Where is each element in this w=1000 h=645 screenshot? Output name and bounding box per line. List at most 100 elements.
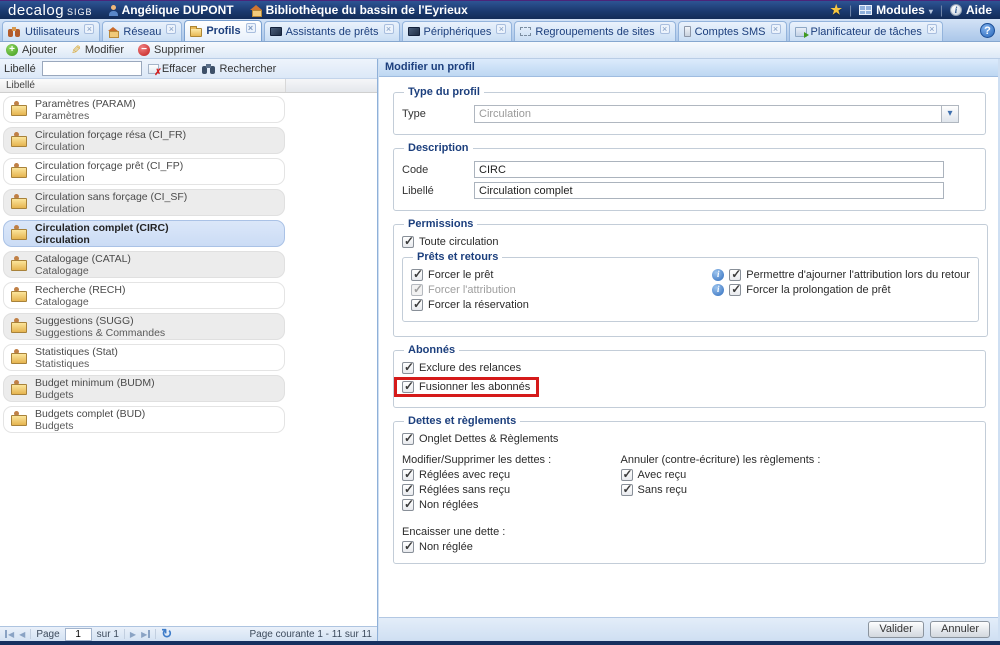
last-page-icon[interactable]	[141, 630, 150, 639]
checkbox-label: Forcer la prolongation de prêt	[746, 284, 890, 296]
checkbox[interactable]	[411, 299, 423, 311]
current-library: Bibliothèque du bassin de l'Eyrieux	[250, 3, 468, 17]
cancel-button[interactable]: Annuler	[930, 621, 990, 638]
libelle-input[interactable]	[474, 182, 944, 199]
add-label: Ajouter	[22, 44, 57, 56]
checkbox[interactable]	[729, 269, 741, 281]
phone-icon	[684, 26, 691, 37]
previous-page-icon[interactable]	[19, 630, 25, 639]
delete-button[interactable]: Supprimer	[138, 44, 205, 56]
profile-list-item[interactable]: Budgets complet (BUD) Budgets	[3, 406, 285, 433]
checkbox[interactable]	[402, 236, 414, 248]
checkbox-row[interactable]: Forcer l'attribution	[411, 284, 516, 296]
checkbox-row[interactable]: Forcer la prolongation de prêt	[712, 284, 890, 296]
help-label: Aide	[966, 3, 992, 17]
add-button[interactable]: Ajouter	[6, 44, 57, 56]
tab-label: Regroupements de sites	[535, 26, 654, 38]
checkbox-row[interactable]: Sans reçu	[621, 484, 688, 496]
checkbox[interactable]	[729, 284, 741, 296]
checkbox[interactable]	[402, 433, 414, 445]
tab[interactable]: Utilisateurs	[2, 21, 100, 41]
profile-list-item[interactable]: Catalogage (CATAL) Catalogage	[3, 251, 285, 278]
checkbox[interactable]	[402, 484, 414, 496]
tab-close-icon[interactable]	[496, 24, 506, 34]
checkbox[interactable]	[411, 284, 423, 296]
column-header-libelle[interactable]: Libellé	[0, 79, 286, 92]
profile-folder-icon	[10, 196, 27, 209]
tab-close-icon[interactable]	[166, 24, 176, 34]
clear-icon	[148, 64, 159, 74]
profile-subtitle: Catalogage	[35, 265, 131, 277]
tab[interactable]: Assistants de prêts	[264, 21, 400, 41]
checkbox-row[interactable]: Exclure des relances	[402, 362, 521, 374]
checkbox-label: Fusionner les abonnés	[419, 381, 530, 393]
edit-button[interactable]: Modifier	[71, 43, 124, 57]
dettes-section: Dettes et règlements Onglet Dettes & Règ…	[393, 415, 986, 564]
validate-button[interactable]: Valider	[868, 621, 924, 638]
checkbox[interactable]	[402, 381, 414, 393]
checkbox-row[interactable]: Onglet Dettes & Règlements	[402, 433, 558, 445]
checkbox-row[interactable]: Permettre d'ajourner l'attribution lors …	[712, 269, 970, 281]
code-input[interactable]	[474, 161, 944, 178]
checkbox-row[interactable]: Réglées sans reçu	[402, 484, 510, 496]
tab[interactable]: Regroupements de sites	[514, 21, 675, 41]
checkbox-row[interactable]: Avec reçu	[621, 469, 687, 481]
libelle-label: Libellé	[402, 185, 474, 197]
checkbox[interactable]	[402, 541, 414, 553]
profile-list-item[interactable]: Circulation forçage prêt (CI_FP) Circula…	[3, 158, 285, 185]
toute-circulation-group: Toute circulation	[402, 236, 979, 248]
first-page-icon[interactable]	[5, 630, 14, 639]
profile-list-item[interactable]: Recherche (RECH) Catalogage	[3, 282, 285, 309]
checkbox-label: Non réglée	[419, 541, 473, 553]
tab-close-icon[interactable]	[384, 24, 394, 34]
help-menu[interactable]: Aide	[950, 3, 992, 17]
tab[interactable]: Planificateur de tâches	[789, 21, 943, 41]
modules-grid-icon	[859, 5, 872, 15]
checkbox-row[interactable]: Non réglées	[402, 499, 478, 511]
checkbox-row[interactable]: Réglées avec reçu	[402, 469, 510, 481]
clear-label: Effacer	[162, 63, 197, 75]
profile-list-item[interactable]: Suggestions (SUGG) Suggestions & Command…	[3, 313, 285, 340]
profile-title: Circulation sans forçage (CI_SF)	[35, 191, 187, 203]
clear-button[interactable]: Effacer	[148, 63, 197, 75]
checkbox[interactable]	[402, 499, 414, 511]
screen-icon	[408, 27, 420, 36]
profile-list-item[interactable]: Paramètres (PARAM) Paramètres	[3, 96, 285, 123]
search-button[interactable]: Rechercher	[202, 63, 276, 75]
checkbox[interactable]	[402, 469, 414, 481]
checkbox-row[interactable]: Forcer le prêt	[411, 269, 493, 281]
next-page-icon[interactable]	[130, 630, 136, 639]
checkbox-row[interactable]: Forcer la réservation	[411, 299, 529, 311]
profile-list-item[interactable]: Budget minimum (BUDM) Budgets	[3, 375, 285, 402]
tab-close-icon[interactable]	[84, 24, 94, 34]
type-select[interactable]: Circulation	[474, 105, 959, 123]
modules-menu[interactable]: Modules	[859, 3, 933, 17]
checkbox-row[interactable]: Fusionner les abonnés	[394, 377, 539, 397]
tab[interactable]: Profils	[184, 20, 261, 41]
checkbox-row[interactable]: Non réglée	[402, 541, 473, 553]
tab-close-icon[interactable]	[246, 23, 256, 33]
profile-list-item[interactable]: Statistiques (Stat) Statistiques	[3, 344, 285, 371]
checkbox-row[interactable]: Toute circulation	[402, 236, 499, 248]
favorites-icon[interactable]	[830, 2, 842, 18]
profile-list-item[interactable]: Circulation complet (CIRC) Circulation	[3, 220, 285, 247]
profile-folder-icon	[10, 413, 27, 426]
tab[interactable]: Réseau	[102, 21, 182, 41]
tab[interactable]: Comptes SMS	[678, 21, 787, 41]
refresh-icon[interactable]	[161, 626, 172, 642]
checkbox[interactable]	[402, 362, 414, 374]
profile-list-item[interactable]: Circulation sans forçage (CI_SF) Circula…	[3, 189, 285, 216]
tab-close-icon[interactable]	[771, 24, 781, 34]
help-icon[interactable]	[980, 23, 995, 38]
tab-close-icon[interactable]	[660, 24, 670, 34]
tab[interactable]: Périphériques	[402, 21, 513, 41]
checkbox[interactable]	[621, 469, 633, 481]
tab-close-icon[interactable]	[927, 24, 937, 34]
checkbox[interactable]	[411, 269, 423, 281]
page-number-input[interactable]	[65, 628, 92, 641]
logo-text: decalog	[8, 2, 64, 19]
chevron-down-icon[interactable]	[941, 106, 958, 122]
profile-list-item[interactable]: Circulation forçage résa (CI_FR) Circula…	[3, 127, 285, 154]
search-input[interactable]	[42, 61, 142, 76]
checkbox[interactable]	[621, 484, 633, 496]
